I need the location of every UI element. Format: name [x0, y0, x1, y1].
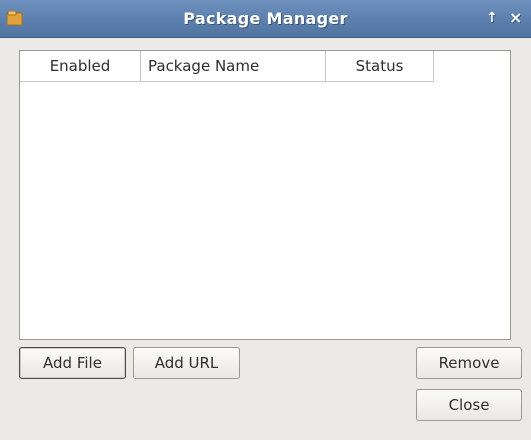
- shade-window-icon[interactable]: ↑: [486, 9, 498, 27]
- add-file-button[interactable]: Add File: [19, 347, 126, 379]
- table-header: Enabled Package Name Status: [20, 51, 510, 82]
- window-title: Package Manager: [183, 9, 348, 28]
- add-url-button[interactable]: Add URL: [133, 347, 240, 379]
- remove-button[interactable]: Remove: [416, 347, 522, 379]
- column-header-enabled[interactable]: Enabled: [20, 51, 141, 82]
- title-bar[interactable]: Package Manager ↑ ×: [0, 0, 531, 38]
- column-header-filler: [434, 51, 510, 82]
- packages-table[interactable]: Enabled Package Name Status: [19, 50, 511, 340]
- close-window-icon[interactable]: ×: [509, 9, 522, 27]
- close-button[interactable]: Close: [416, 389, 522, 421]
- column-header-package-name[interactable]: Package Name: [141, 51, 326, 82]
- column-header-status[interactable]: Status: [326, 51, 434, 82]
- package-manager-window: Package Manager ↑ × Enabled Package Name…: [0, 0, 531, 440]
